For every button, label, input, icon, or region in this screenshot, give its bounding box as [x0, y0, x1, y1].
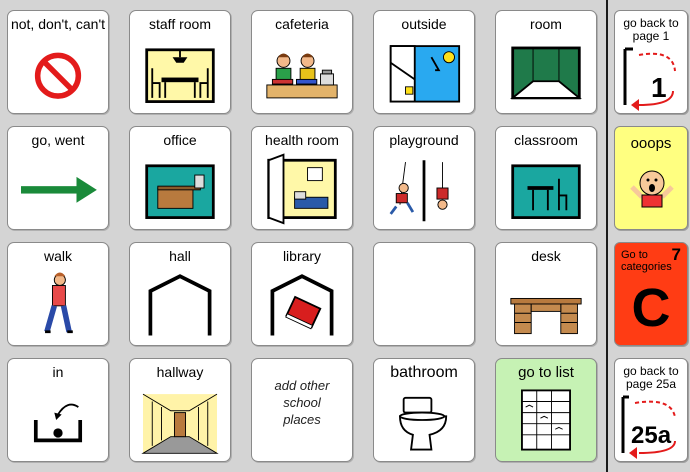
tile-library[interactable]: library: [251, 242, 353, 346]
tile-staff-room[interactable]: staff room: [129, 10, 231, 114]
tile-in[interactable]: in: [7, 358, 109, 462]
tile-label: library: [282, 248, 322, 264]
arrow-right-icon: [8, 151, 108, 225]
tile-desk[interactable]: desk: [495, 242, 597, 346]
tile-cafeteria[interactable]: cafeteria: [251, 10, 353, 114]
tile-label: desk: [531, 248, 561, 264]
side-label: go back to page 25a: [615, 365, 687, 391]
tile-label: hallway: [156, 364, 204, 380]
health-room-icon: [252, 151, 352, 225]
in-icon: [8, 383, 108, 457]
hallway-icon: [130, 383, 230, 457]
ooops-button[interactable]: ooops: [614, 126, 688, 230]
tile-label: in: [52, 364, 64, 380]
outside-icon: [374, 35, 474, 109]
sidebar-divider: [606, 0, 608, 472]
tile-health-room[interactable]: health room: [251, 126, 353, 230]
list-icon: [496, 383, 596, 457]
note-line: add other: [274, 378, 330, 393]
tile-classroom[interactable]: classroom: [495, 126, 597, 230]
tile-bathroom[interactable]: bathroom: [373, 358, 475, 462]
staff-room-icon: [130, 35, 230, 109]
tile-label: not, don't, can't: [10, 16, 106, 32]
classroom-icon: [496, 151, 596, 225]
tile-label: staff room: [149, 16, 211, 32]
page-back-icon: 25a: [621, 395, 676, 459]
side-label-line: page 1: [632, 29, 670, 43]
office-icon: [130, 151, 230, 225]
tile-not-dont-cant[interactable]: not, don't, can't: [7, 10, 109, 114]
categories-letter: C: [631, 278, 671, 338]
side-label-line: page 25a: [625, 377, 677, 391]
side-label: go back to page 1: [615, 17, 687, 43]
go-to-categories-button[interactable]: Go to categories 7 C: [614, 242, 688, 346]
tile-label: classroom: [514, 132, 578, 148]
ooops-face-icon: [630, 170, 674, 208]
tile-walk[interactable]: walk: [7, 242, 109, 346]
note-text: add other school places: [252, 377, 352, 428]
tile-label: bathroom: [390, 364, 458, 381]
go-back-page-25a-button[interactable]: go back to page 25a 25a: [614, 358, 688, 462]
tile-hall[interactable]: hall: [129, 242, 231, 346]
tile-label: outside: [401, 16, 447, 32]
tile-label: cafeteria: [275, 16, 329, 32]
library-icon: [252, 267, 352, 341]
walking-person-icon: [8, 267, 108, 341]
toilet-icon: [374, 383, 474, 457]
tile-label: go to list: [518, 364, 574, 381]
tile-label: room: [530, 16, 562, 32]
tile-add-other-school-places[interactable]: add other school places: [251, 358, 353, 462]
note-line: places: [283, 412, 321, 427]
go-back-page-1-button[interactable]: go back to page 1 1: [614, 10, 688, 114]
desk-icon: [496, 267, 596, 341]
tile-label: go, went: [31, 132, 85, 148]
tile-label: health room: [265, 132, 339, 148]
note-line: school: [283, 395, 321, 410]
tile-office[interactable]: office: [129, 126, 231, 230]
tile-hallway[interactable]: hallway: [129, 358, 231, 462]
tile-room[interactable]: room: [495, 10, 597, 114]
categories-number: 7: [671, 245, 681, 264]
page-number: 25a: [631, 422, 672, 449]
tile-label: hall: [169, 248, 191, 264]
playground-icon: [374, 151, 474, 225]
tile-empty[interactable]: [373, 242, 475, 346]
room-icon: [496, 35, 596, 109]
tile-go-went[interactable]: go, went: [7, 126, 109, 230]
side-label: ooops: [630, 135, 672, 152]
go-to-list-button[interactable]: go to list: [495, 358, 597, 462]
tile-label: playground: [389, 132, 459, 148]
tile-label: walk: [43, 248, 72, 264]
prohibit-icon: [8, 35, 108, 109]
cafeteria-icon: [252, 35, 352, 109]
tile-label: office: [163, 132, 197, 148]
tile-playground[interactable]: playground: [373, 126, 475, 230]
tile-outside[interactable]: outside: [373, 10, 475, 114]
page-back-icon: 1: [623, 47, 676, 111]
page-number: 1: [651, 72, 667, 103]
hall-icon: [130, 267, 230, 341]
